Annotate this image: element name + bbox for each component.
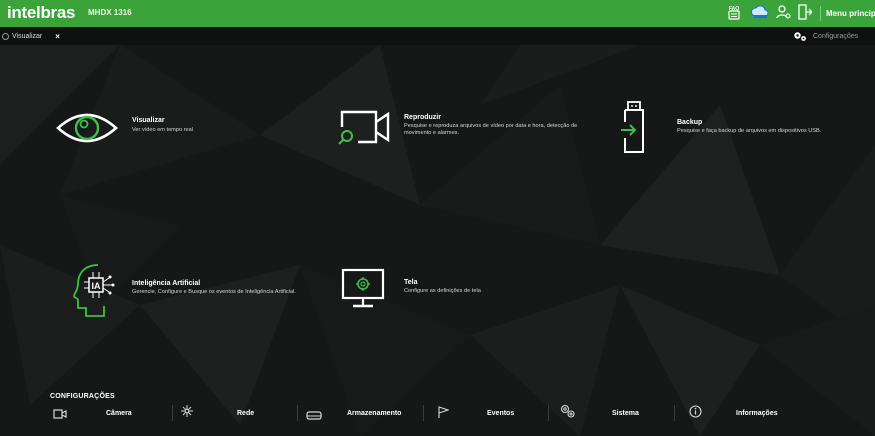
top-bar: intelbras MHDX 1316 FAQ Menu principal	[0, 0, 875, 27]
settings-heading: CONFIGURAÇÕES	[50, 393, 115, 400]
system-gears-icon[interactable]	[560, 404, 576, 423]
tile-inteligencia-artificial[interactable]: IA Inteligência Artificial Gerencie, Con…	[72, 262, 322, 322]
eye-icon	[56, 113, 118, 143]
tile-tela[interactable]: Tela Configure as definições de tela	[341, 268, 541, 312]
tile-visualizar[interactable]: Visualizar Ver vídeo em tempo real	[55, 105, 285, 155]
usb-backup-icon	[621, 101, 644, 153]
monitor-settings-icon	[341, 268, 385, 308]
user-icon[interactable]	[776, 4, 792, 25]
faq-icon[interactable]: FAQ	[727, 4, 741, 25]
camera-icon[interactable]	[53, 406, 67, 424]
info-icon[interactable]	[689, 405, 702, 423]
storage-icon[interactable]	[306, 407, 322, 425]
tile-reproduzir[interactable]: Reproduzir Pesquise e reproduza arquivos…	[336, 109, 586, 155]
tile-title: Backup	[677, 119, 703, 126]
gears-icon	[794, 32, 806, 41]
flag-icon[interactable]	[437, 405, 450, 423]
divider	[548, 405, 549, 421]
tile-description: Ver vídeo em tempo real	[132, 127, 193, 133]
device-model: MHDX 1316	[88, 8, 132, 17]
tab-bar: Visualizar × Configurações	[0, 27, 875, 45]
divider	[674, 405, 675, 421]
settings-link-label: Configurações	[813, 33, 859, 40]
tile-title: Visualizar	[132, 117, 165, 124]
tile-description: Gerencie, Configure e Busque os eventos …	[132, 289, 296, 295]
tile-title: Inteligência Artificial	[132, 280, 201, 287]
cloud-icon[interactable]	[751, 4, 769, 25]
tile-description: Configure as definições de tela	[404, 288, 481, 294]
close-icon[interactable]: ×	[55, 32, 60, 41]
tab-label: Visualizar	[12, 32, 43, 40]
tile-backup[interactable]: Backup Pesquise e faça backup de arquivo…	[620, 100, 835, 156]
tile-description: Pesquise e reproduza arquivos de vídeo p…	[404, 123, 578, 136]
settings-item-camera[interactable]: Câmera	[106, 410, 132, 417]
divider	[820, 6, 821, 21]
svg-text:IA: IA	[92, 281, 102, 291]
settings-item-system[interactable]: Sistema	[612, 410, 639, 417]
intelbras-logo: intelbras	[7, 3, 76, 22]
tile-title: Reproduzir	[404, 114, 441, 121]
network-icon[interactable]	[180, 404, 194, 423]
tab-visualizar[interactable]: Visualizar ×	[0, 27, 60, 45]
ai-head-icon: IA	[73, 264, 115, 317]
settings-item-events[interactable]: Eventos	[487, 410, 514, 417]
logout-icon[interactable]	[798, 4, 813, 25]
tile-description: Pesquise e faça backup de arquivos em di…	[677, 128, 822, 134]
settings-link[interactable]: Configurações	[793, 31, 858, 42]
tab-dot-icon	[2, 32, 9, 40]
settings-item-storage[interactable]: Armazenamento	[347, 410, 401, 417]
divider	[423, 405, 424, 421]
divider	[297, 405, 298, 421]
divider	[172, 405, 173, 421]
playback-camera-search-icon	[338, 110, 390, 145]
tile-title: Tela	[404, 279, 418, 286]
settings-item-network[interactable]: Rede	[237, 410, 254, 417]
main-menu-link[interactable]: Menu principal	[826, 9, 875, 18]
settings-item-info[interactable]: Informações	[736, 410, 778, 417]
